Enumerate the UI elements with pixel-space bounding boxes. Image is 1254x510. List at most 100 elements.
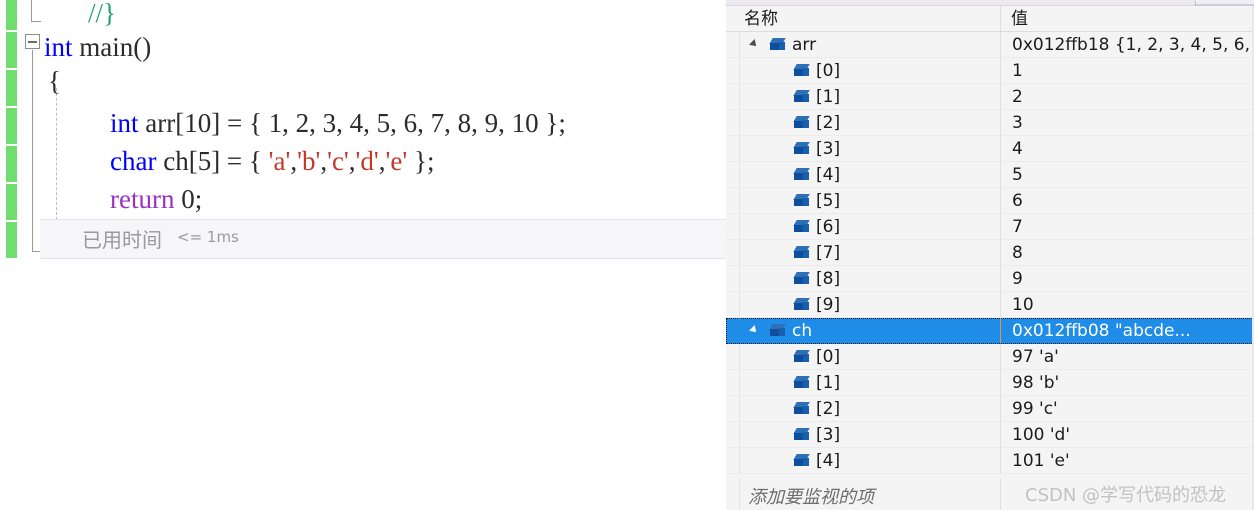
watch-row-value: 10 [1012,295,1034,315]
code-editor[interactable]: //} int main(){int arr[10] = { 1, 2, 3, 4… [0,0,726,510]
code-token: 'd' [355,146,379,176]
variable-box-icon [793,428,810,442]
watch-row-value: 101 'e' [1012,451,1070,471]
watch-row-gutter [726,84,740,109]
watch-row-gutter [726,396,740,421]
watch-row-name: [8] [816,269,841,289]
watch-row[interactable]: [3] 100 'd' [726,422,1254,448]
watch-row-name: [6] [816,217,841,237]
watch-row[interactable]: [2] 3 [726,110,1254,136]
watch-row[interactable]: [3] 4 [726,136,1254,162]
watch-row[interactable]: [9] 10 [726,292,1254,318]
add-watch-column-divider [1000,478,1001,510]
watch-row-gutter [726,136,740,161]
code-token: arr [145,108,176,138]
watch-row[interactable]: arr 0x012ffb18 {1, 2, 3, 4, 5, 6, 7 [726,32,1254,58]
watch-row[interactable]: [0] 1 [726,58,1254,84]
watch-column-divider [1000,240,1001,265]
watch-row-gutter [726,162,740,187]
code-token: 'c' [327,146,349,176]
expander-collapse-icon[interactable] [749,325,759,335]
watch-row-name: [2] [816,113,841,133]
watch-column-divider [1000,318,1001,343]
elapsed-time-label: 已用时间 [82,228,162,252]
code-line-main-signature: int main() [0,28,151,66]
watch-row[interactable]: [2] 99 'c' [726,396,1254,422]
watch-column-divider [1000,448,1001,473]
code-line-int-array-decl: int arr[10] = { 1, 2, 3, 4, 5, 6, 7, 8, … [0,104,566,142]
watch-row-name: [2] [816,399,841,419]
variable-box-icon [793,298,810,312]
add-watch-gutter [726,478,740,510]
code-token: { [48,66,61,96]
watch-row-value: 2 [1012,87,1023,107]
watch-row-gutter [726,422,740,447]
watch-row-value: 3 [1012,113,1023,133]
watch-row-name: [0] [816,61,841,81]
watch-row-value: 5 [1012,165,1023,185]
watch-row[interactable]: [8] 9 [726,266,1254,292]
variable-box-icon [793,194,810,208]
variable-box-icon [793,402,810,416]
watch-row-gutter [726,448,740,473]
watch-row-name: arr [792,35,817,55]
variable-box-icon [793,142,810,156]
watch-row-gutter [726,110,740,135]
code-token: 'b' [297,146,321,176]
watch-row-gutter [726,240,740,265]
watch-row-name: [4] [816,165,841,185]
code-token: 'a' [268,146,291,176]
watch-row-value: 0x012ffb08 "abcde... [1012,321,1191,341]
code-token: char [110,146,157,176]
add-watch-placeholder[interactable]: 添加要监视的项 [748,483,874,509]
watch-row-value: 6 [1012,191,1023,211]
watch-row-name: [1] [816,373,841,393]
watch-row-value: 9 [1012,269,1023,289]
watch-row-value: 7 [1012,217,1023,237]
watch-column-divider [1000,136,1001,161]
watch-row[interactable]: ch 0x012ffb08 "abcde... [726,318,1254,344]
watch-row[interactable]: [1] 98 'b' [726,370,1254,396]
watch-window[interactable]: 名称 值 arr 0x012ffb18 {1, 2, 3, 4, 5, 6, 7 [… [726,0,1254,510]
watch-row-gutter [726,188,740,213]
variable-box-icon [769,324,786,338]
code-token: 0; [181,184,203,214]
watch-row-name: [5] [816,191,841,211]
code-token: return [110,184,175,214]
code-token: }; [407,146,435,176]
code-token: () [133,32,152,62]
watch-row-gutter [726,214,740,239]
watch-row[interactable]: [1] 2 [726,84,1254,110]
watch-column-divider [1000,162,1001,187]
watch-row[interactable]: [7] 8 [726,240,1254,266]
variable-box-icon [793,350,810,364]
watch-row-value: 0x012ffb18 {1, 2, 3, 4, 5, 6, 7 [1012,35,1254,55]
watch-row[interactable]: [4] 5 [726,162,1254,188]
watch-row[interactable]: [0] 97 'a' [726,344,1254,370]
watch-row[interactable]: [6] 7 [726,214,1254,240]
column-header-name[interactable]: 名称 [726,6,1001,32]
watch-row-name: [0] [816,347,841,367]
column-header-value[interactable]: 值 [1001,6,1254,32]
watch-column-divider [1000,110,1001,135]
watch-row-value: 99 'c' [1012,399,1058,419]
watch-row-gutter [726,266,740,291]
watch-column-divider [1000,292,1001,317]
watch-row-gutter [726,344,740,369]
watch-row-value: 100 'd' [1012,425,1070,445]
expander-collapse-icon[interactable] [749,39,759,49]
watch-column-divider [1000,370,1001,395]
elapsed-time-value: <= 1ms [177,228,239,246]
watch-row-name: [3] [816,139,841,159]
watch-column-divider [1000,188,1001,213]
code-token: 'e' [385,146,408,176]
variable-box-icon [793,64,810,78]
watch-row[interactable]: [4] 101 'e' [726,448,1254,474]
watch-row-name: [4] [816,451,841,471]
watch-row-value: 97 'a' [1012,347,1059,367]
watch-row-name: [7] [816,243,841,263]
variable-box-icon [793,116,810,130]
watch-row[interactable]: [5] 6 [726,188,1254,214]
code-token: int [44,32,73,62]
variable-box-icon [793,272,810,286]
